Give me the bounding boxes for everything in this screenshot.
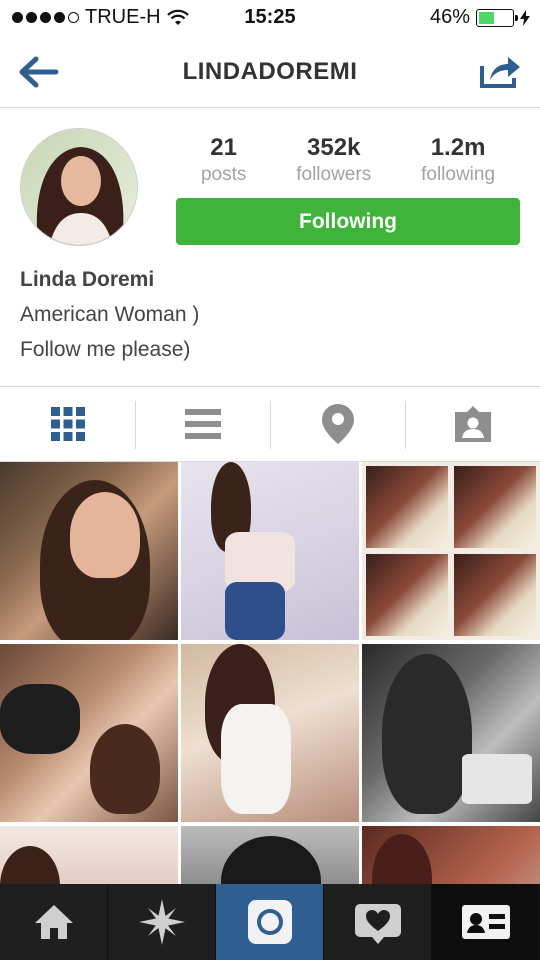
home-icon <box>34 905 73 939</box>
tab-activity[interactable] <box>324 884 432 960</box>
status-bar: TRUE-H 15:25 46% <box>0 0 540 36</box>
nav-bar: LINDADOREMI <box>0 36 540 108</box>
profile-name: Linda Doremi <box>20 268 155 291</box>
tagged-photos-icon <box>454 406 491 442</box>
battery-percent: 46% <box>429 6 470 28</box>
profile-bio: Linda Doremi American Woman ) Follow me … <box>20 268 520 368</box>
charging-bolt-icon <box>520 9 530 26</box>
following-count[interactable]: 1.2m following <box>421 134 495 186</box>
followers-label: followers <box>296 164 372 185</box>
list-icon <box>184 409 221 439</box>
bio-line: Follow me please) <box>20 338 191 361</box>
photo-thumbnail[interactable] <box>0 644 178 822</box>
followers-count[interactable]: 352k followers <box>296 134 371 186</box>
photo-thumbnail[interactable] <box>0 462 178 640</box>
followers-value: 352k <box>307 134 361 161</box>
photo-grid <box>0 462 540 884</box>
photo-thumbnail[interactable] <box>0 826 178 884</box>
explore-icon <box>138 899 185 945</box>
tab-grid-view[interactable] <box>0 387 135 461</box>
posts-value: 21 <box>210 134 237 161</box>
posts-count[interactable]: 21 posts <box>201 134 246 186</box>
avatar[interactable] <box>20 128 138 246</box>
tab-list-view[interactable] <box>135 387 270 461</box>
photo-thumbnail[interactable] <box>362 644 540 822</box>
profile-view-tabs <box>0 386 540 462</box>
tab-tagged-photos[interactable] <box>405 387 540 461</box>
photo-collage <box>366 466 536 636</box>
tab-profile[interactable] <box>432 884 540 960</box>
tab-home[interactable] <box>0 884 108 960</box>
photo-thumbnail[interactable] <box>181 644 359 822</box>
bottom-tab-bar <box>0 884 540 960</box>
photo-thumbnail[interactable] <box>362 826 540 884</box>
following-button[interactable]: Following <box>176 198 520 245</box>
bio-line: American Woman ) <box>20 303 200 326</box>
share-icon <box>480 57 520 88</box>
photo-thumbnail[interactable] <box>362 462 540 640</box>
share-button[interactable] <box>478 52 522 92</box>
posts-label: posts <box>200 164 247 185</box>
profile-icon <box>461 905 510 939</box>
battery-icon <box>476 8 518 27</box>
battery-status: 46% <box>430 6 530 29</box>
tab-photo-map[interactable] <box>270 387 405 461</box>
tab-explore[interactable] <box>108 884 216 960</box>
page-title: LINDADOREMI <box>182 58 358 85</box>
photo-thumbnail[interactable] <box>181 826 359 884</box>
grid-icon <box>50 407 85 441</box>
camera-icon <box>247 900 292 944</box>
location-pin-icon <box>321 404 354 444</box>
profile-stats: 21 posts 352k followers 1.2m following <box>176 134 520 186</box>
tab-camera[interactable] <box>216 884 324 960</box>
profile-photo <box>21 129 137 245</box>
photo-thumbnail[interactable] <box>181 462 359 640</box>
following-value: 1.2m <box>430 134 486 161</box>
activity-icon <box>354 904 401 944</box>
following-label: following <box>421 164 496 185</box>
